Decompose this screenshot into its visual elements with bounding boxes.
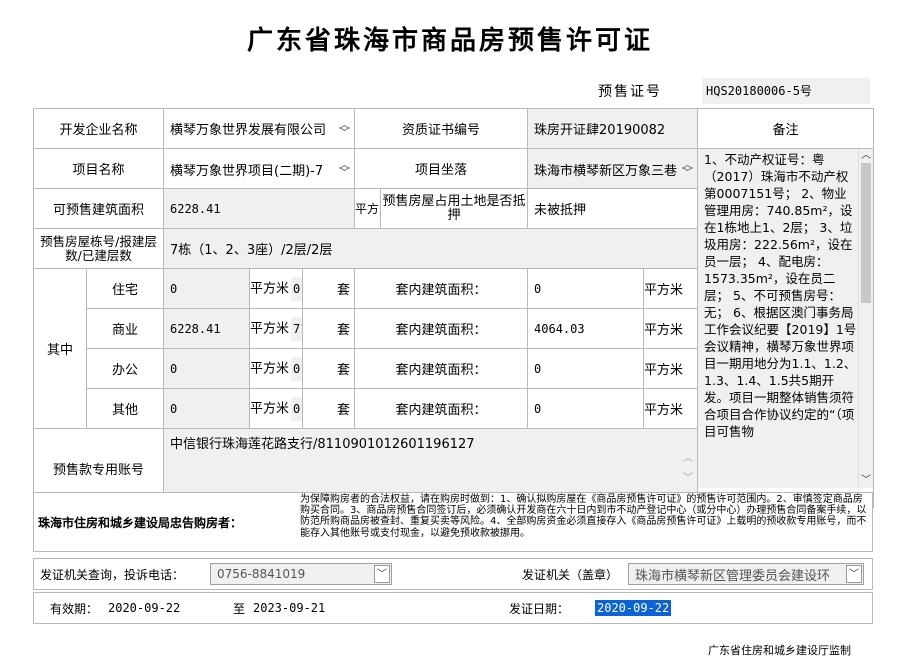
presale-area-field[interactable]: 6228.41: [164, 189, 354, 228]
unit-sqm: 平方米: [354, 188, 382, 229]
remarks-scrollbar[interactable]: ︿ ﹀: [858, 149, 873, 488]
dropdown-icon[interactable]: ﹀: [846, 565, 862, 583]
dropdown-icon[interactable]: ﹀: [374, 565, 390, 583]
issuer-label: 发证机关（盖章）: [522, 567, 619, 582]
unit-set: 套: [301, 388, 356, 429]
unit-set: 套: [301, 348, 356, 389]
presale-area-label: 可预售建筑面积: [33, 188, 164, 229]
office-label: 办公: [87, 349, 163, 389]
valid-label: 有效期：: [50, 601, 99, 616]
other-label: 其他: [111, 403, 138, 418]
unit-sqm: 平方米: [643, 388, 699, 429]
developer-field[interactable]: 横琴万象世界发展有限公司 ︿ ﹀: [164, 109, 354, 148]
notice-row: 珠海市住房和城乡建设局忠告购房者： 为保障购房者的合法权益，请在购房时做到：1、…: [33, 492, 873, 552]
issuer-select[interactable]: 珠海市横琴新区管理委员会建设环 ﹀: [628, 563, 864, 585]
land-mortgage-field[interactable]: 未被抵押: [528, 189, 697, 228]
unit-sqm: 平方米: [643, 268, 699, 309]
project-location-label: 项目坐落: [354, 148, 529, 189]
unit-sqm: 平方米 0: [249, 268, 303, 309]
unit-sqm: 平方米: [643, 308, 699, 349]
sets-field[interactable]: 0: [291, 396, 302, 421]
complaint-phone-select[interactable]: 0756-8841019 ﹀: [210, 563, 392, 585]
scroll-thumb[interactable]: [861, 163, 872, 303]
spinner-icon[interactable]: ︿ ﹀: [339, 119, 350, 138]
building-floors-field[interactable]: 7栋（1、2、3座）/2层/2层: [164, 229, 697, 268]
remarks-textarea[interactable]: 1、不动产权证号：粤（2017）珠海市不动产权第0007151号； 2、物业管理…: [698, 149, 873, 488]
unit-set: 套: [301, 268, 356, 309]
permit-number-field[interactable]: HQS20180006-5号: [702, 78, 870, 104]
spinner-icon[interactable]: ︿ ﹀: [339, 159, 350, 178]
permit-table: 开发企业名称 横琴万象世界发展有限公司 ︿ ﹀ 资质证书编号 珠房开证肆201900…: [33, 108, 875, 508]
area-field[interactable]: 0: [164, 389, 249, 428]
sets-field[interactable]: 71: [291, 316, 302, 341]
to-label: 至: [233, 601, 246, 616]
remarks-label: 备注: [697, 108, 875, 149]
unit-sqm: 平方米 0: [249, 388, 303, 429]
sets-field[interactable]: 0: [291, 276, 302, 301]
validity-row: 有效期： 2020-09-22 至 2023-09-21 发证日期： 2020-…: [33, 592, 873, 624]
unit-sqm: 平方米: [643, 348, 699, 389]
inner-area-field[interactable]: 0: [528, 349, 643, 388]
remarks-text: 1、不动产权证号：粤（2017）珠海市不动产权第0007151号； 2、物业管理…: [704, 152, 857, 439]
complaint-row: 发证机关查询，投诉电话： 0756-8841019 ﹀ 发证机关（盖章） 珠海市…: [33, 558, 873, 590]
including-label: 其中 住宅 商业 办公 其他: [33, 268, 164, 429]
developer-label: 开发企业名称: [33, 108, 164, 149]
land-mortgage-label: 预售房屋占用土地是否抵押: [380, 188, 529, 229]
inner-area-label: 套内建筑面积：: [354, 308, 529, 349]
scroll-up-icon[interactable]: ︿: [859, 150, 873, 164]
sets-field[interactable]: 0: [291, 356, 302, 381]
permit-number-label: 预售证号: [598, 84, 662, 100]
residential-label: 住宅: [87, 270, 163, 309]
project-name-field[interactable]: 横琴万象世界项目(二期)-7栋（1、2、3座）︿﹀: [164, 149, 354, 188]
area-field[interactable]: 0: [164, 269, 249, 308]
issue-date-field[interactable]: 2020-09-22: [595, 600, 672, 616]
inner-area-label: 套内建筑面积：: [354, 348, 529, 389]
scroll-icon[interactable]: ︿ ﹀: [683, 449, 693, 489]
project-location-field[interactable]: 珠海市横琴新区万象三巷14号︿﹀: [528, 149, 697, 188]
notice-text: 为保障购房者的合法权益，请在购房时做到：1、确认拟购房屋在《商品房预售许可证》的…: [300, 494, 867, 539]
certificate-title: 广东省珠海市商品房预售许可证: [246, 26, 653, 56]
complaint-label: 发证机关查询，投诉电话：: [40, 567, 185, 582]
project-name-label: 项目名称: [33, 148, 164, 189]
building-floors-label: 预售房屋栋号/报建层数/已建层数: [33, 228, 164, 269]
qualification-field[interactable]: 珠房开证肆20190082: [528, 109, 697, 148]
notice-label: 珠海市住房和城乡建设局忠告购房者：: [38, 515, 243, 530]
inner-area-label: 套内建筑面积：: [354, 268, 529, 309]
inner-area-field[interactable]: 0: [528, 269, 643, 308]
inner-area-field[interactable]: 0: [528, 389, 643, 428]
commercial-label: 商业: [87, 309, 163, 349]
area-field[interactable]: 0: [164, 349, 249, 388]
unit-sqm: 平方米 0: [249, 348, 303, 389]
unit-set: 套: [301, 308, 356, 349]
valid-from-field[interactable]: 2020-09-22: [108, 595, 233, 621]
inner-area-label: 套内建筑面积：: [354, 388, 529, 429]
qualification-label: 资质证书编号: [354, 108, 529, 149]
area-field[interactable]: 6228.41: [164, 309, 249, 348]
scroll-down-icon[interactable]: ﹀: [859, 474, 873, 488]
issue-date-label: 发证日期：: [509, 601, 570, 616]
valid-to-field[interactable]: 2023-09-21: [253, 595, 509, 621]
footer-text: 广东省住房和城乡建设厅监制: [708, 644, 851, 657]
unit-sqm: 平方米71: [249, 308, 303, 349]
spinner-icon[interactable]: ︿ ﹀: [682, 159, 693, 178]
inner-area-field[interactable]: 4064.03: [528, 309, 643, 348]
